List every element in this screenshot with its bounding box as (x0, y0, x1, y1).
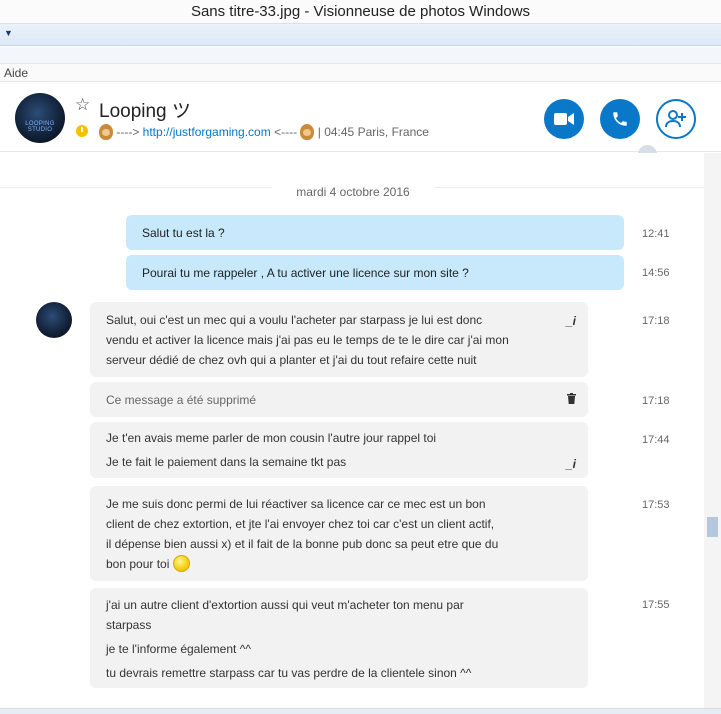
window-title-bar: Sans titre-33.jpg - Visionneuse de photo… (0, 0, 721, 24)
deleted-message[interactable]: Ce message a été supprimé (90, 382, 588, 417)
message-line: client de chez extortion, et jte l'ai en… (106, 517, 495, 531)
monkey-emoticon-icon (300, 124, 315, 140)
viewer-toolbar: ▼ (0, 24, 721, 46)
monkey-emoticon-icon (99, 124, 113, 140)
menu-dropdown-icon[interactable]: ▼ (4, 28, 13, 38)
message-text: Pourai tu me rappeler , A tu activer une… (142, 266, 469, 280)
message-line: starpass (106, 618, 152, 632)
menu-bar: Aide (0, 64, 721, 82)
audio-call-button[interactable] (600, 99, 640, 139)
sender-avatar[interactable] (36, 302, 72, 338)
message-line: il dépense bien aussi x) et il fait de l… (106, 537, 499, 551)
incoming-message[interactable]: j'ai un autre client d'extortion aussi q… (90, 588, 588, 688)
mood-message: ----> http://justforgaming.com <---- | 0… (99, 124, 429, 140)
message-line: Je t'en avais meme parler de mon cousin … (106, 431, 437, 445)
message-list[interactable]: mardi 4 octobre 2016 Salut tu est la ? 1… (0, 153, 704, 708)
message-time: 17:18 (642, 395, 670, 407)
mood-link[interactable]: http://justforgaming.com (143, 125, 271, 139)
incoming-message[interactable]: Je t'en avais meme parler de mon cousin … (90, 422, 588, 478)
menu-help[interactable]: Aide (4, 66, 28, 80)
message-line: serveur dédié de chez ovh qui a planter … (106, 353, 477, 367)
mood-prefix: ----> (116, 125, 143, 139)
star-icon[interactable]: ☆ (75, 95, 90, 115)
message-time: 17:55 (642, 599, 670, 611)
smiley-emoticon-icon (172, 555, 190, 572)
chat-scrollbar[interactable] (704, 153, 721, 708)
message-line: je te l'informe également ^^ (106, 642, 251, 656)
message-text: Salut tu est la ? (142, 226, 225, 240)
message-time: 14:56 (642, 267, 670, 279)
outgoing-message[interactable]: Salut tu est la ? (126, 215, 624, 250)
message-time: 17:18 (642, 315, 670, 327)
contact-name[interactable]: Looping ツ (99, 96, 191, 123)
message-time: 17:53 (642, 499, 670, 511)
contact-avatar[interactable]: LOOPING STUDIO (15, 93, 65, 143)
window-title: Sans titre-33.jpg - Visionneuse de photo… (190, 3, 531, 20)
trash-icon[interactable] (567, 393, 576, 404)
contact-location: | 04:45 Paris, France (317, 125, 429, 139)
away-clock-icon (76, 125, 88, 137)
message-line-with-emoji: bon pour toi (106, 554, 572, 574)
viewer-bottom-bar (0, 708, 721, 714)
message-line: vendu et activer la licence mais j'ai pa… (106, 333, 509, 347)
date-separator: mardi 4 octobre 2016 (272, 183, 434, 201)
incoming-message[interactable]: Je me suis donc permi de lui réactiver s… (90, 486, 588, 581)
message-line: bon pour toi (106, 557, 170, 571)
message-text: Ce message a été supprimé (106, 393, 257, 407)
message-line: Je me suis donc permi de lui réactiver s… (106, 497, 486, 511)
video-camera-icon (554, 113, 574, 125)
edit-icon[interactable]: _i (566, 311, 576, 331)
message-time: 12:41 (642, 228, 670, 240)
add-contact-button[interactable] (656, 99, 696, 139)
outgoing-message[interactable]: Pourai tu me rappeler , A tu activer une… (126, 255, 624, 290)
message-line: Je te fait le paiement dans la semaine t… (106, 455, 347, 469)
phone-icon (613, 112, 627, 126)
video-call-button[interactable] (544, 99, 584, 139)
avatar-label: LOOPING STUDIO (25, 121, 55, 133)
message-time: 17:44 (642, 434, 670, 446)
scrollbar-thumb[interactable] (707, 517, 718, 537)
incoming-message[interactable]: Salut, oui c'est un mec qui a voulu l'ac… (90, 302, 588, 377)
edit-icon[interactable]: _i (566, 454, 576, 474)
message-line: tu devrais remettre starpass car tu vas … (106, 666, 472, 680)
mood-suffix: <---- (270, 125, 298, 139)
message-line: Salut, oui c'est un mec qui a voulu l'ac… (106, 313, 483, 327)
message-line: j'ai un autre client d'extortion aussi q… (106, 598, 464, 612)
toolbar-gap (0, 47, 721, 64)
conversation-header: LOOPING STUDIO ☆ Looping ツ ----> http://… (0, 82, 721, 164)
add-contact-icon (665, 110, 686, 128)
